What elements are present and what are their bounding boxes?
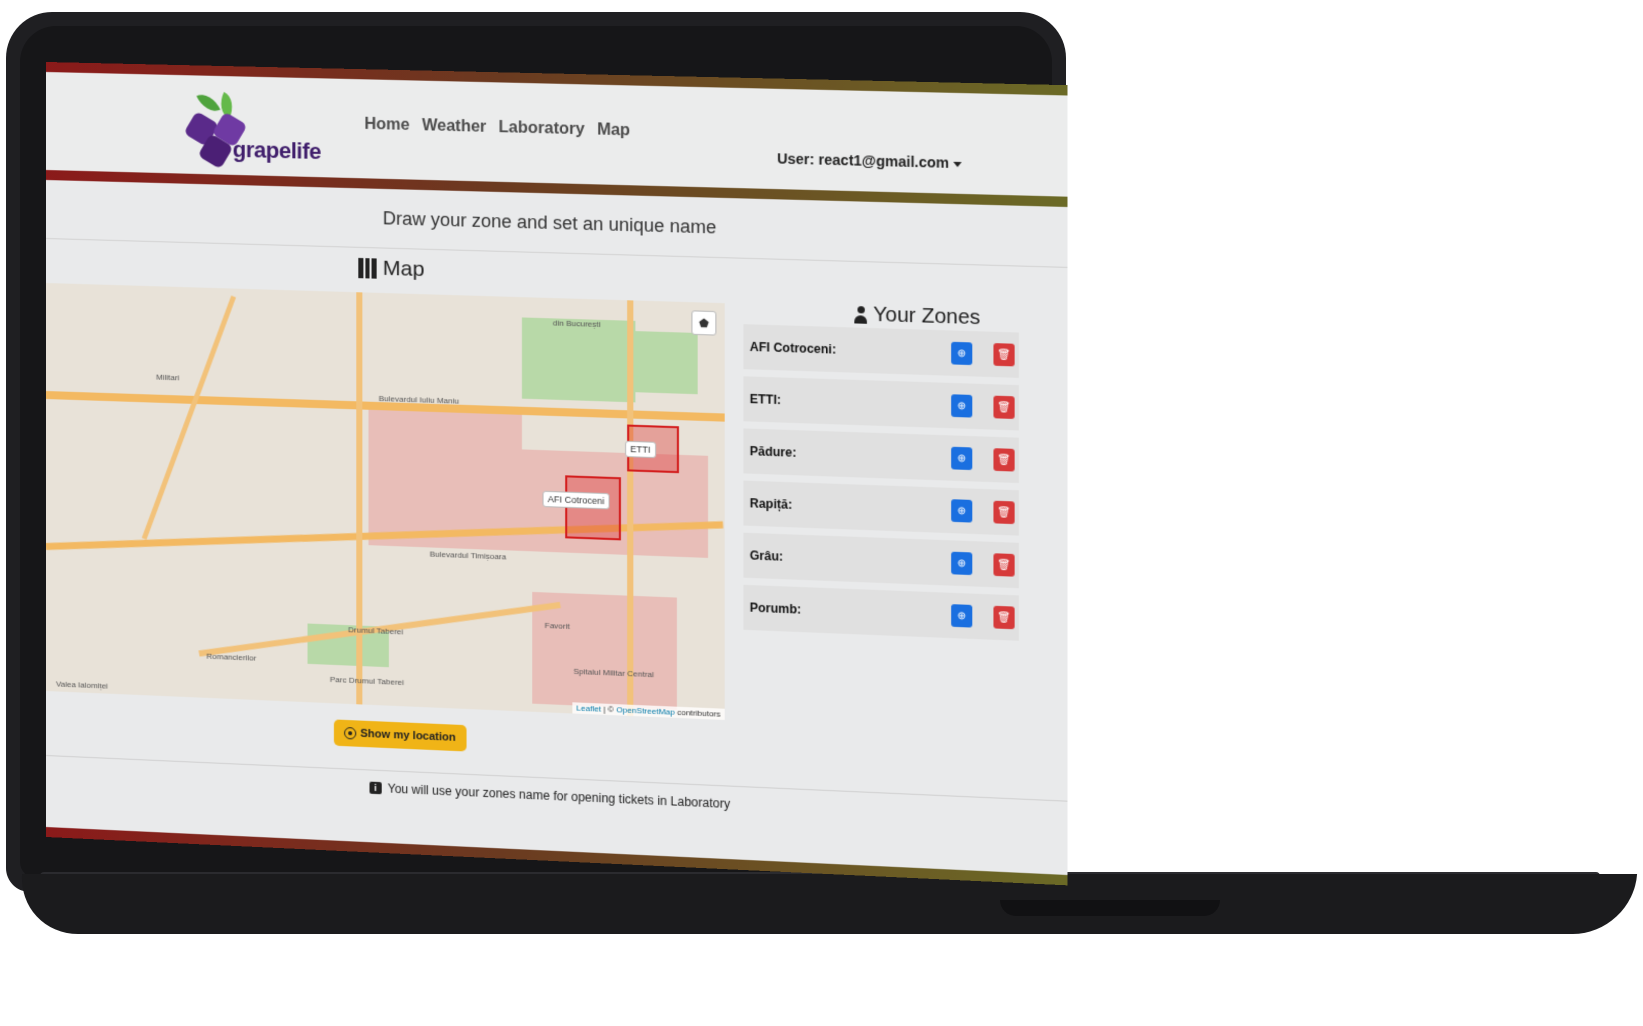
zoom-zone-button[interactable]: ⊕ bbox=[951, 341, 973, 366]
chevron-down-icon bbox=[953, 161, 962, 167]
map-park bbox=[521, 317, 636, 403]
zone-name: ETTI: bbox=[749, 391, 782, 408]
nav-laboratory[interactable]: Laboratory bbox=[499, 119, 585, 139]
map-canvas[interactable]: Bulevardul Iuliu Maniu Bulevardul Timișo… bbox=[46, 283, 725, 720]
nav-weather[interactable]: Weather bbox=[422, 117, 486, 137]
user-menu[interactable]: User: react1@gmail.com bbox=[777, 150, 962, 171]
brand-logo[interactable]: grapelife bbox=[183, 89, 330, 170]
map-park bbox=[625, 330, 698, 395]
zoom-zone-button[interactable]: ⊕ bbox=[951, 551, 973, 576]
delete-zone-button[interactable]: 🗑 bbox=[993, 605, 1015, 630]
zone-item: ETTI: ⊕ 🗑 bbox=[743, 376, 1019, 431]
map-icon bbox=[358, 257, 377, 279]
map-street-label: Militari bbox=[156, 372, 180, 383]
map-street-label: Favorit bbox=[544, 620, 570, 632]
zone-item: AFI Cotroceni: ⊕ 🗑 bbox=[743, 324, 1019, 378]
map-title: Map bbox=[382, 256, 425, 282]
delete-zone-button[interactable]: 🗑 bbox=[993, 343, 1015, 367]
zoom-zone-button[interactable]: ⊕ bbox=[951, 394, 973, 418]
delete-zone-button[interactable]: 🗑 bbox=[993, 500, 1015, 525]
zone-item: Rapiță: ⊕ 🗑 bbox=[743, 480, 1019, 536]
laptop-base bbox=[17, 874, 1638, 934]
map-road bbox=[627, 300, 634, 717]
footer-text: You will use your zones name for opening… bbox=[387, 781, 731, 812]
user-label: User: react1@gmail.com bbox=[777, 150, 950, 171]
info-icon: i bbox=[369, 781, 382, 795]
zone-item: Porumb: ⊕ 🗑 bbox=[743, 584, 1019, 641]
brand-name: grapelife bbox=[232, 136, 321, 165]
locate-icon bbox=[344, 726, 357, 740]
zoom-zone-button[interactable]: ⊕ bbox=[951, 446, 973, 471]
laptop-notch bbox=[1000, 900, 1220, 916]
zones-title: Your Zones bbox=[873, 303, 981, 330]
map-heading: Map bbox=[358, 256, 424, 282]
zoom-zone-button[interactable]: ⊕ bbox=[951, 604, 973, 628]
zone-item: Grâu: ⊕ 🗑 bbox=[743, 532, 1019, 589]
zone-item: Pădure: ⊕ 🗑 bbox=[743, 428, 1019, 484]
delete-zone-button[interactable]: 🗑 bbox=[993, 553, 1015, 577]
zone-name: Rapiță: bbox=[749, 496, 793, 512]
nav-home[interactable]: Home bbox=[364, 116, 409, 135]
map-road bbox=[356, 292, 363, 705]
zone-label-afi: AFI Cotroceni bbox=[542, 490, 610, 510]
main-content: Map Bulevardul Iuliu Maniu Bulevardul Ti… bbox=[46, 239, 1068, 753]
zoom-zone-button[interactable]: ⊕ bbox=[951, 499, 973, 523]
draw-polygon-button[interactable]: ⬟ bbox=[691, 310, 717, 336]
app-screen: grapelife Home Weather Laboratory Map Us… bbox=[46, 62, 1068, 886]
nav-map[interactable]: Map bbox=[597, 121, 630, 140]
map-street-label: din București bbox=[552, 318, 601, 329]
zones-heading: Your Zones bbox=[854, 303, 980, 330]
zone-name: Pădure: bbox=[749, 443, 797, 460]
show-location-label: Show my location bbox=[360, 727, 456, 744]
zone-name: AFI Cotroceni: bbox=[749, 339, 837, 357]
zone-label-etti: ETTI bbox=[625, 440, 656, 459]
delete-zone-button[interactable]: 🗑 bbox=[993, 395, 1015, 419]
zone-name: Grâu: bbox=[749, 548, 784, 564]
zone-list: AFI Cotroceni: ⊕ 🗑 ETTI: ⊕ 🗑 Pădure: ⊕ 🗑… bbox=[743, 324, 1019, 648]
leaflet-link[interactable]: Leaflet bbox=[576, 703, 601, 713]
person-icon bbox=[854, 305, 867, 324]
footer-note: i You will use your zones name for openi… bbox=[46, 755, 1068, 837]
osm-link[interactable]: OpenStreetMap bbox=[616, 705, 675, 717]
map-area bbox=[532, 591, 677, 710]
show-location-button[interactable]: Show my location bbox=[333, 719, 467, 752]
nav-links: Home Weather Laboratory Map bbox=[364, 116, 630, 141]
delete-zone-button[interactable]: 🗑 bbox=[993, 448, 1015, 472]
zone-name: Porumb: bbox=[749, 600, 802, 617]
